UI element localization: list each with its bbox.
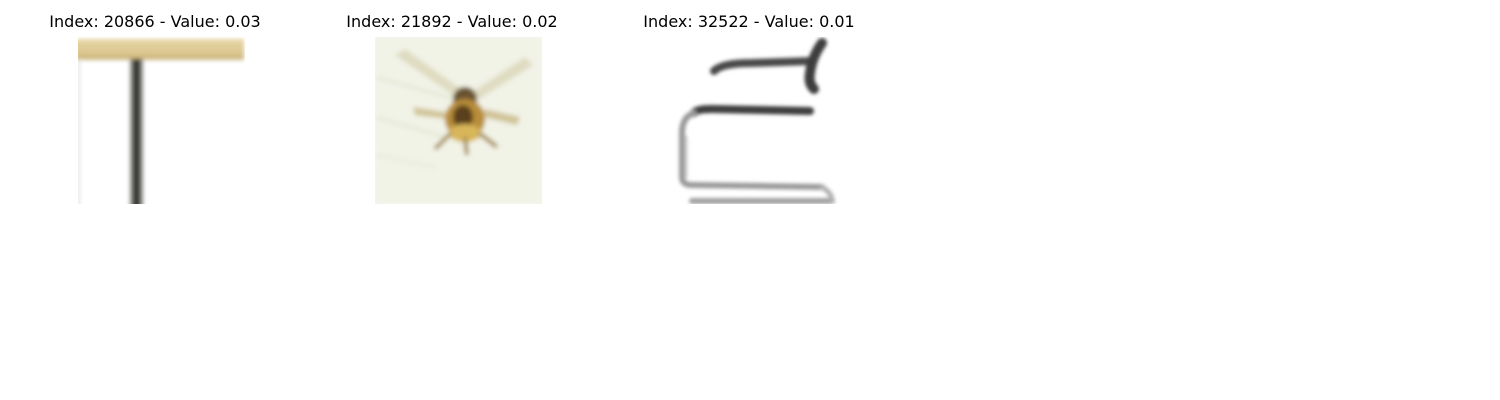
image-panel-3: Index: 32522 - Value: 0.01 — [599, 0, 899, 210]
chair-image — [672, 37, 839, 204]
table-image — [78, 37, 245, 204]
image-panel-2: Index: 21892 - Value: 0.02 — [302, 0, 602, 210]
panel-title: Index: 21892 - Value: 0.02 — [346, 12, 558, 31]
insect-image — [375, 37, 542, 204]
panel-title: Index: 20866 - Value: 0.03 — [49, 12, 261, 31]
image-panel-1: Index: 20866 - Value: 0.03 — [5, 0, 305, 210]
panel-title: Index: 32522 - Value: 0.01 — [643, 12, 855, 31]
